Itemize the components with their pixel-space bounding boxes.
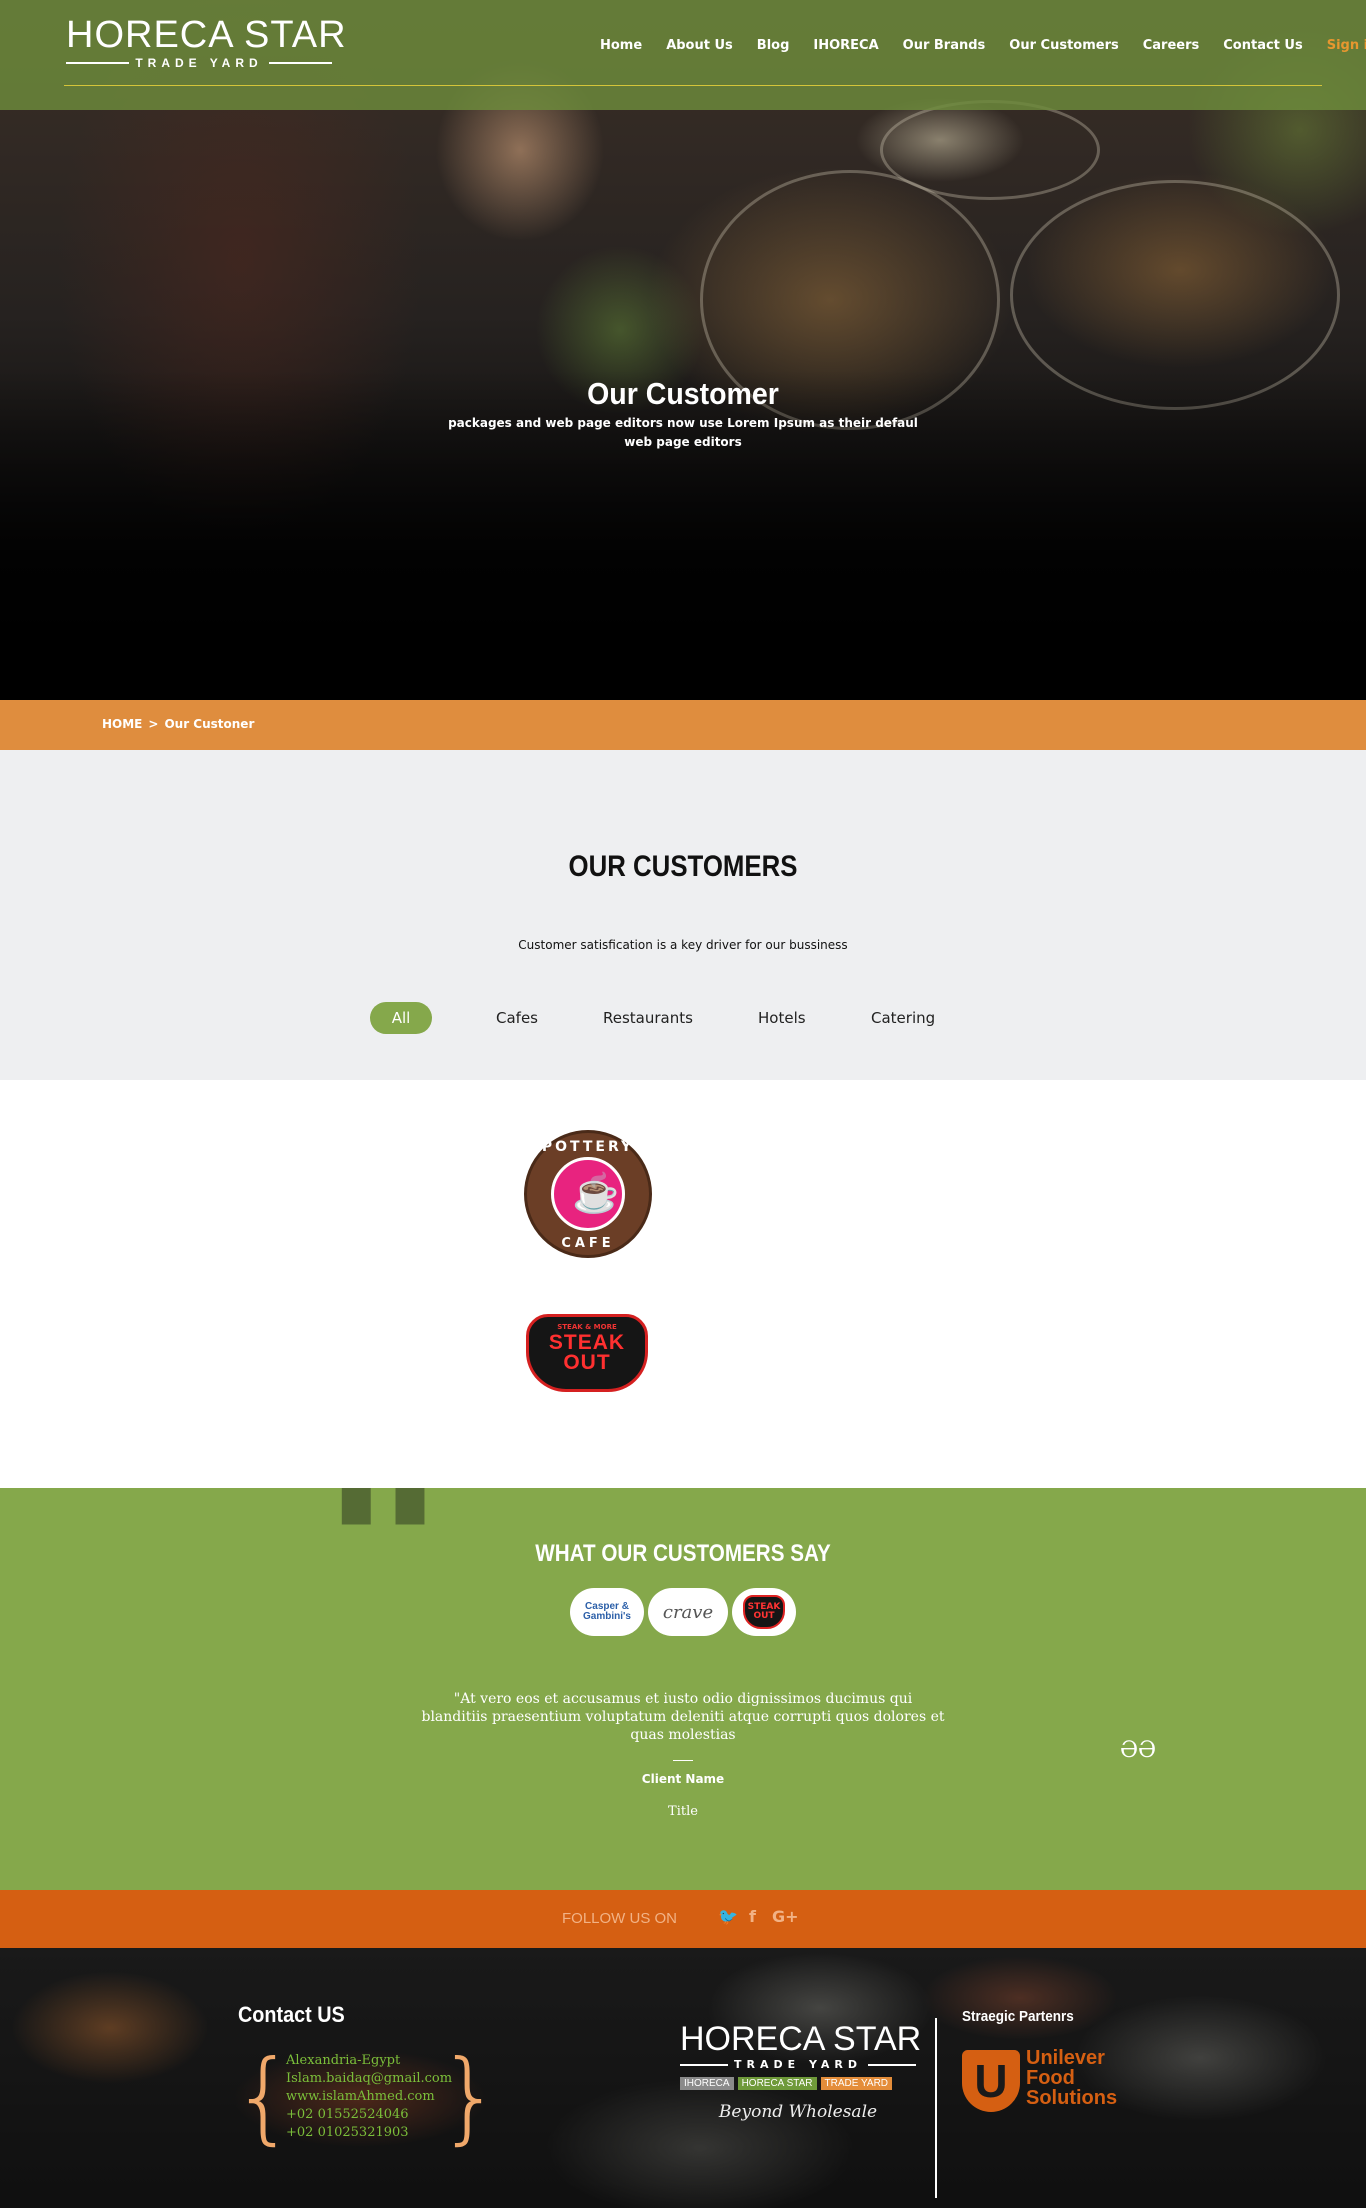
footer-logo-main: HORECA STAR (680, 2020, 922, 2058)
steak-out-main-text: STEAK OUT (548, 1331, 626, 1374)
site-logo[interactable]: HORECA STAR TRADE YARD (66, 14, 347, 70)
top-navbar: HORECA STAR TRADE YARD Home About Us Blo… (0, 0, 1366, 110)
site-footer: Contact US { Alexandria-Egypt Islam.baid… (0, 1948, 1366, 2208)
logo-rule (268, 62, 333, 64)
testimonial-divider (673, 1760, 693, 1761)
nav-our-customers[interactable]: Our Customers (1009, 38, 1118, 53)
steak-out-logo[interactable]: STEAK & MORE STEAK OUT (526, 1310, 648, 1396)
breadcrumb-separator: > (148, 717, 159, 731)
filter-hotels[interactable]: Hotels (758, 1002, 806, 1034)
filter-restaurants[interactable]: Restaurants (603, 1002, 693, 1034)
tag-ihoreca: IHORECA (680, 2077, 734, 2090)
pottery-inner-circle: ☕ (551, 1157, 625, 1231)
sign-in-link[interactable]: Sign in (1327, 38, 1366, 53)
logo-rule (680, 2063, 728, 2066)
breadcrumb-home-link[interactable]: HOME (102, 717, 142, 731)
contact-title: Contact US (238, 2002, 345, 2027)
pottery-bottom-text: CAFE (561, 1236, 615, 1251)
customers-title: OUR CUSTOMERS (568, 850, 798, 883)
testimonial-avatar-crave[interactable]: crave (648, 1588, 728, 1636)
testimonial-quote: "At vero eos et accusamus et iusto odio … (421, 1691, 945, 1743)
testimonial-avatar-casper[interactable]: Casper & Gambini's (570, 1588, 644, 1636)
logo-rule (868, 2063, 916, 2066)
customers-grid: POTTERY ☕ CAFE STEAK & MORE STEAK OUT (0, 1080, 1366, 1488)
steak-out-top-text: STEAK & MORE (557, 1323, 617, 1331)
nav-contact-us[interactable]: Contact Us (1223, 38, 1302, 53)
logo-sub-text: TRADE YARD (135, 56, 263, 70)
logo-sub-row: TRADE YARD (66, 56, 333, 70)
nav-about-us[interactable]: About Us (666, 38, 733, 53)
filter-all[interactable]: All (370, 1002, 432, 1034)
steak-out-badge: STEAK & MORE STEAK OUT (526, 1314, 648, 1392)
google-plus-icon[interactable]: G+ (772, 1907, 799, 1926)
footer-slogan: Beyond Wholesale (718, 2102, 878, 2122)
breadcrumb: HOME > Our Custoner (102, 717, 254, 731)
partner-line: Food (1026, 2067, 1075, 2089)
avatar-label: STEAK OUT (743, 1595, 785, 1629)
footer-divider (935, 2018, 937, 2198)
hero-banner: HORECA STAR TRADE YARD Home About Us Blo… (0, 0, 1366, 700)
unilever-food-solutions-text[interactable]: Unilever Food Solutions (1026, 2048, 1117, 2108)
unilever-logo-icon[interactable]: U (962, 2050, 1020, 2112)
coffee-cup-icon: ☕ (572, 1171, 620, 1215)
testimonial-client-title: Title (668, 1804, 698, 1819)
partners-title: Straegic Partenrs (962, 2008, 1074, 2025)
hero-title: Our Customer (587, 376, 779, 411)
nav-blog[interactable]: Blog (757, 38, 790, 53)
customers-section-header: OUR CUSTOMERS Customer satisfication is … (0, 750, 1366, 1080)
nav-ihoreca[interactable]: IHORECA (813, 38, 878, 53)
testimonial-client-name: Client Name (641, 1772, 725, 1786)
contact-email[interactable]: Islam.baidaq@gmail.com (286, 2070, 452, 2088)
avatar-label: crave (662, 1601, 714, 1623)
contact-website[interactable]: www.islamAhmed.com (286, 2088, 452, 2106)
follow-label: FOLLOW US ON (562, 1910, 678, 1927)
testimonial-avatar-steak-out[interactable]: STEAK OUT (732, 1588, 796, 1636)
open-quote-icon: " (318, 1488, 449, 1698)
filter-cafes[interactable]: Cafes (496, 1002, 538, 1034)
breadcrumb-bar: HOME > Our Custoner (0, 700, 1366, 750)
twitter-icon[interactable]: 🐦 (718, 1907, 738, 1926)
hero-subtitle: packages and web page editors now use Lo… (448, 416, 918, 449)
tag-trade-yard: TRADE YARD (820, 2077, 893, 2090)
footer-logo[interactable]: HORECA STAR TRADE YARD IHORECA HORECA ST… (680, 2020, 922, 2122)
close-quote-icon: ƏƏ (1120, 1738, 1157, 1763)
nav-home[interactable]: Home (600, 38, 642, 53)
contact-address: Alexandria-Egypt (286, 2053, 401, 2068)
main-nav: Home About Us Blog IHORECA Our Brands Ou… (600, 38, 1366, 53)
nav-careers[interactable]: Careers (1143, 38, 1200, 53)
footer-brand-tags: IHORECA HORECA STAR TRADE YARD (680, 2077, 916, 2090)
testimonial-avatars: Casper & Gambini's crave STEAK OUT (570, 1588, 796, 1638)
nav-underline (64, 85, 1322, 86)
testimonials-section: " WHAT OUR CUSTOMERS SAY Casper & Gambin… (0, 1488, 1366, 1890)
brace-right-icon: } (438, 2038, 502, 2155)
footer-logo-sub: TRADE YARD (734, 2058, 862, 2071)
logo-main-text: HORECA STAR (66, 14, 347, 56)
customers-subtitle: Customer satisfication is a key driver f… (518, 938, 848, 952)
avatar-label: Casper & Gambini's (583, 1601, 631, 1622)
nav-our-brands[interactable]: Our Brands (903, 38, 986, 53)
tag-horeca-star: HORECA STAR (737, 2077, 817, 2090)
filter-catering[interactable]: Catering (871, 1002, 935, 1034)
contact-details: Alexandria-Egypt Islam.baidaq@gmail.com … (286, 2052, 452, 2142)
footer-logo-sub-row: TRADE YARD (680, 2058, 916, 2071)
partner-line: Solutions (1026, 2087, 1118, 2109)
contact-phone-2[interactable]: +02 01025321903 (286, 2124, 452, 2142)
contact-phone-1[interactable]: +02 01552524046 (286, 2106, 452, 2124)
facebook-icon[interactable]: f (749, 1907, 756, 1926)
pottery-top-text: POTTERY (541, 1139, 635, 1155)
testimonials-title: WHAT OUR CUSTOMERS SAY (535, 1540, 831, 1567)
pottery-cafe-logo[interactable]: POTTERY ☕ CAFE (524, 1130, 652, 1258)
follow-bar: FOLLOW US ON 🐦 f G+ (0, 1890, 1366, 1948)
logo-rule (66, 62, 130, 64)
breadcrumb-current: Our Custoner (164, 717, 255, 731)
partner-line: Unilever (1026, 2047, 1105, 2069)
